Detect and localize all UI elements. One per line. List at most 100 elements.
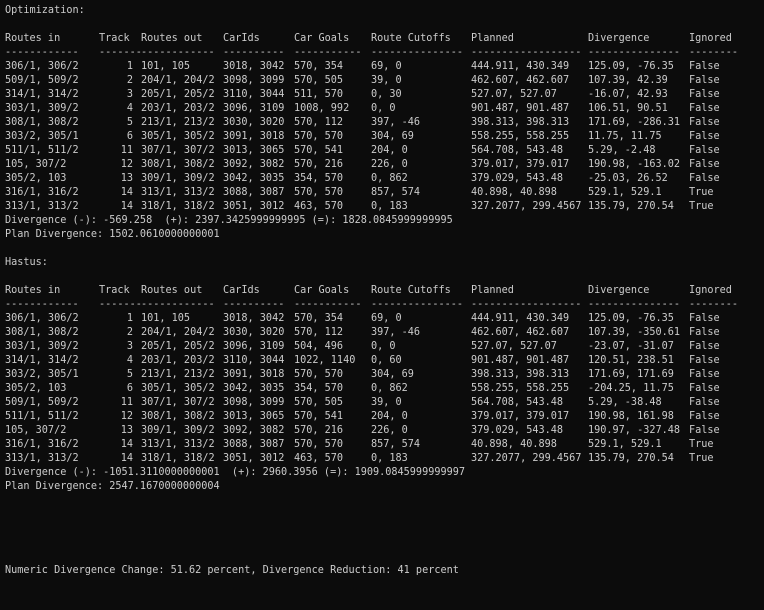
table-row: 306/1, 306/2 1 101, 105 3018, 3042 570, 354 6… [5, 60, 764, 74]
table-cell: 462.607, 462.607 [471, 327, 570, 338]
table-cell: 105, 307/2 [5, 425, 67, 436]
divergence-line: Divergence (-): -1051.3110000000001 (+):… [5, 467, 466, 478]
table-cell: 308/1, 308/2 [5, 327, 79, 338]
column-separator: --------------- [371, 47, 464, 58]
table-cell: 511/1, 511/2 [5, 411, 79, 422]
column-header: Car Goals [294, 285, 350, 296]
plan-divergence-line: Plan Divergence: 1502.0610000000001 [5, 229, 220, 240]
table-row: 313/1, 313/2 14 318/1, 318/2 3051, 3012 463,… [5, 200, 764, 214]
table-cell: 3 [126, 341, 133, 352]
column-separator: ------------------ [471, 47, 582, 58]
table-cell: 205/1, 205/2 [141, 341, 215, 352]
column-header: Divergence [588, 285, 650, 296]
table-cell: 11 [120, 145, 133, 156]
table-cell: False [689, 173, 720, 184]
table-cell: 120.51, 238.51 [588, 355, 674, 366]
table-cell: 398.313, 398.313 [471, 117, 570, 128]
table-cell: 308/1, 308/2 [141, 159, 215, 170]
console-output[interactable]: Optimization: Routes in Track Routes out Ca… [5, 4, 764, 578]
table-cell: -204.25, 11.75 [588, 383, 674, 394]
table-cell: 570, 354 [294, 61, 344, 72]
table-cell: True [689, 439, 714, 450]
table-cell: 13 [120, 425, 133, 436]
table-cell: 205/1, 205/2 [141, 89, 215, 100]
table-cell: 3092, 3082 [223, 425, 285, 436]
table-cell: False [689, 103, 720, 114]
table-cell: 3098, 3099 [223, 397, 285, 408]
column-separator: -------- [689, 299, 739, 310]
table-cell: 3091, 3018 [223, 131, 285, 142]
table-cell: 314/1, 314/2 [5, 89, 79, 100]
table-cell: 3018, 3042 [223, 313, 285, 324]
table-cell: 1008, 992 [294, 103, 350, 114]
column-header: Route Cutoffs [371, 285, 451, 296]
table-cell: 203/1, 203/2 [141, 355, 215, 366]
table-cell: 305/2, 103 [5, 173, 67, 184]
table-cell: 0, 0 [371, 103, 396, 114]
table-cell: 306/1, 306/2 [5, 313, 79, 324]
table-cell: -23.07, -31.07 [588, 341, 674, 352]
table-cell: 379.017, 379.017 [471, 159, 570, 170]
table-cell: 3042, 3035 [223, 383, 285, 394]
column-separator: ------------ [5, 299, 79, 310]
table-cell: 2 [126, 75, 133, 86]
table-cell: 204, 0 [371, 145, 408, 156]
table-cell: 570, 570 [294, 187, 344, 198]
table-cell: 3096, 3109 [223, 103, 285, 114]
table-row: 308/1, 308/2 2 204/1, 204/2 3030, 3020 570, … [5, 326, 764, 340]
table-cell: 558.255, 558.255 [471, 131, 570, 142]
table-cell: 0, 60 [371, 355, 402, 366]
table-row: 316/1, 316/2 14 313/1, 313/2 3088, 3087 570,… [5, 186, 764, 200]
table-cell: True [689, 187, 714, 198]
table-cell: 308/1, 308/2 [5, 117, 79, 128]
table-cell: False [689, 313, 720, 324]
table-cell: 3110, 3044 [223, 355, 285, 366]
table-cell: 3088, 3087 [223, 439, 285, 450]
column-header: Routes out [141, 33, 203, 44]
column-separator: ------- [99, 299, 142, 310]
table-cell: 171.69, 171.69 [588, 369, 674, 380]
optimization-section: Optimization: Routes in Track Routes out Ca… [5, 4, 764, 242]
table-cell: 4 [126, 355, 133, 366]
table-cell: -16.07, 42.93 [588, 89, 668, 100]
column-separator: ------------------ [471, 299, 582, 310]
table-cell: 213/1, 213/2 [141, 117, 215, 128]
table-cell: 327.2077, 299.4567 [471, 453, 582, 464]
table-cell: 462.607, 462.607 [471, 75, 570, 86]
table-cell: False [689, 61, 720, 72]
table-row: 511/1, 511/2 12 308/1, 308/2 3013, 3065 570,… [5, 410, 764, 424]
column-separator: -------- [689, 47, 739, 58]
table-cell: 226, 0 [371, 425, 408, 436]
table-cell: 3013, 3065 [223, 145, 285, 156]
table-row: 305/2, 103 13 309/1, 309/2 3042, 3035 354, 5… [5, 172, 764, 186]
table-cell: 570, 570 [294, 131, 344, 142]
table-cell: 125.09, -76.35 [588, 313, 674, 324]
table-cell: 313/1, 313/2 [141, 439, 215, 450]
table-cell: 309/1, 309/2 [141, 173, 215, 184]
table-row: 303/2, 305/1 6 305/1, 305/2 3091, 3018 570, … [5, 130, 764, 144]
table-cell: 313/1, 313/2 [5, 453, 79, 464]
table-cell: 3110, 3044 [223, 89, 285, 100]
table-cell: 444.911, 430.349 [471, 313, 570, 324]
divergence-line: Divergence (-): -569.258 (+): 2397.34259… [5, 215, 453, 226]
table-cell: 5 [126, 369, 133, 380]
column-header: Routes in [5, 33, 61, 44]
table-cell: 354, 570 [294, 383, 344, 394]
column-separator: ----------- [294, 47, 362, 58]
table-cell: 397, -46 [371, 327, 421, 338]
table-cell: 190.98, 161.98 [588, 411, 674, 422]
table-cell: 1 [126, 61, 133, 72]
table-cell: 570, 570 [294, 439, 344, 450]
table-body: 306/1, 306/2 1 101, 105 3018, 3042 570, 354 6… [5, 312, 764, 466]
table-cell: 12 [120, 411, 133, 422]
table-cell: 203/1, 203/2 [141, 103, 215, 114]
section-title: Optimization: [5, 5, 85, 16]
table-cell: False [689, 145, 720, 156]
table-cell: 3092, 3082 [223, 159, 285, 170]
table-row: 303/1, 309/2 3 205/1, 205/2 3096, 3109 504, … [5, 340, 764, 354]
table-cell: 40.898, 40.898 [471, 187, 557, 198]
table-cell: 318/1, 318/2 [141, 201, 215, 212]
table-cell: 3098, 3099 [223, 75, 285, 86]
table-row: 511/1, 511/2 11 307/1, 307/2 3013, 3065 570,… [5, 144, 764, 158]
table-row: 316/1, 316/2 14 313/1, 313/2 3088, 3087 570,… [5, 438, 764, 452]
